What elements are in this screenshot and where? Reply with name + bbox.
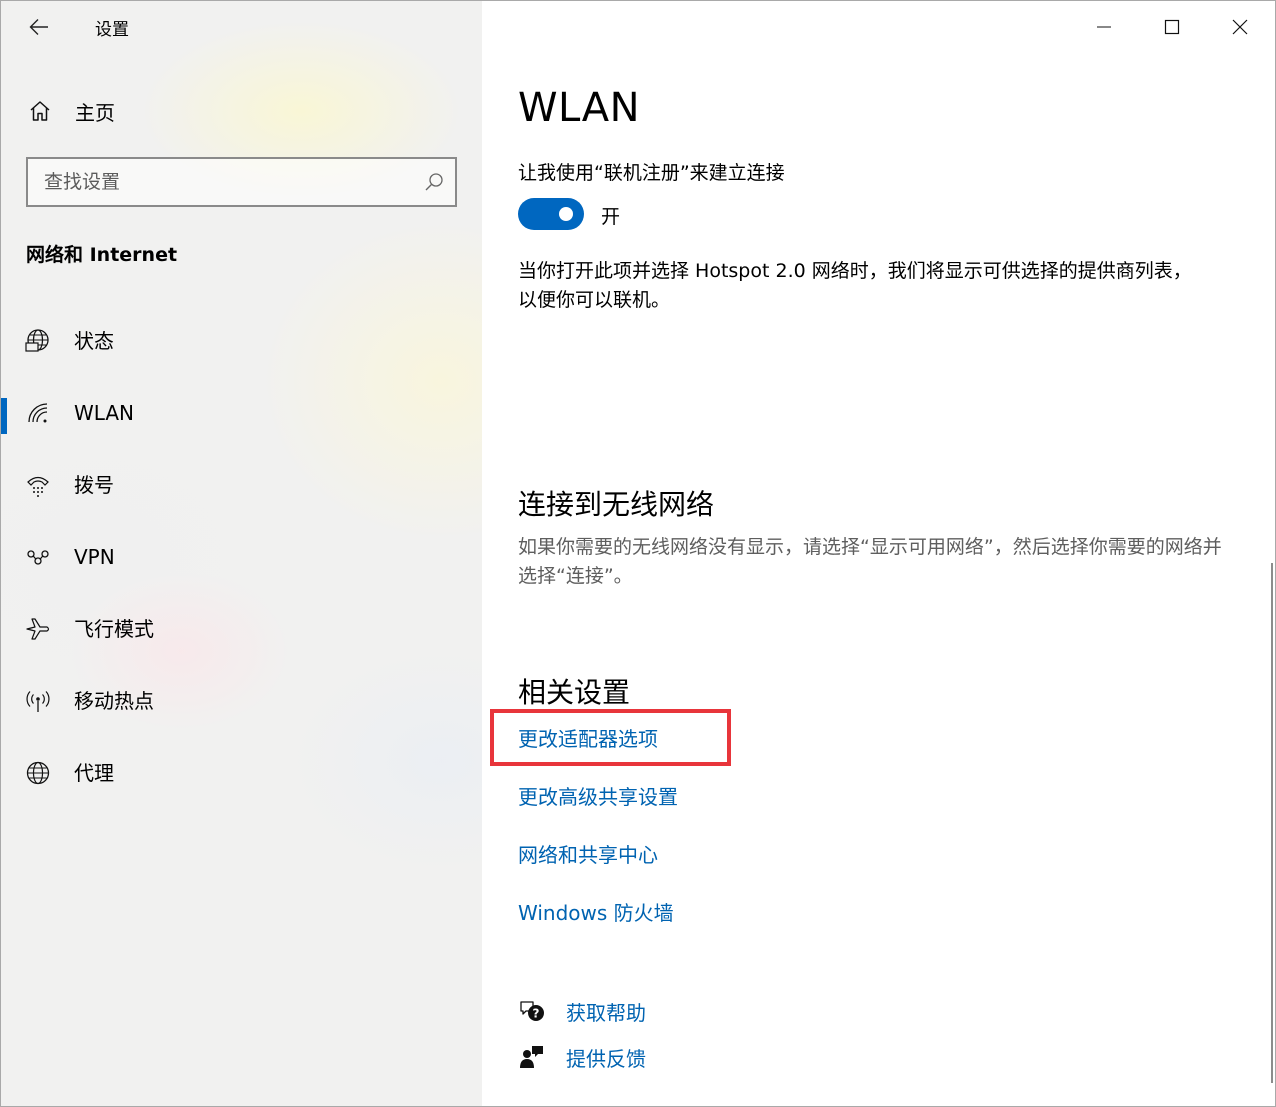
sidebar-item-label: VPN xyxy=(74,545,115,569)
search-input[interactable] xyxy=(28,159,408,205)
network-sharing-center-link[interactable]: 网络和共享中心 xyxy=(518,839,658,868)
globe-icon xyxy=(23,758,53,788)
back-arrow-icon xyxy=(29,19,48,35)
feedback-person-icon xyxy=(518,1043,546,1071)
sidebar-item-wlan[interactable]: WLAN xyxy=(1,377,482,449)
home-label: 主页 xyxy=(75,100,115,125)
advanced-sharing-settings-link[interactable]: 更改高级共享设置 xyxy=(518,781,678,810)
get-help-label: 获取帮助 xyxy=(566,1000,646,1025)
sidebar-item-label: 代理 xyxy=(74,761,114,785)
help-chat-icon: ? xyxy=(518,997,546,1025)
maximize-icon xyxy=(1164,19,1180,35)
minimize-icon xyxy=(1097,26,1111,28)
sidebar-item-airplane[interactable]: 飞行模式 xyxy=(1,593,482,665)
sidebar-item-label: 拨号 xyxy=(74,473,114,497)
toggle-knob xyxy=(559,207,573,221)
airplane-icon xyxy=(23,614,53,644)
sidebar-item-label: 飞行模式 xyxy=(74,617,154,641)
svg-text:?: ? xyxy=(533,1007,540,1021)
sidebar: 设置 主页 网络和 Internet xyxy=(1,1,482,1106)
sidebar-item-label: 状态 xyxy=(74,329,114,353)
section-title: 网络和 Internet xyxy=(26,244,178,266)
close-icon xyxy=(1232,19,1248,35)
settings-window: 设置 主页 网络和 Internet xyxy=(0,0,1276,1107)
dial-up-icon xyxy=(23,470,53,500)
connect-heading: 连接到无线网络 xyxy=(518,488,715,521)
page-title: WLAN xyxy=(518,85,641,131)
vpn-icon xyxy=(23,542,53,572)
sidebar-item-vpn[interactable]: VPN xyxy=(1,521,482,593)
sidebar-item-hotspot[interactable]: 移动热点 xyxy=(1,665,482,737)
change-adapter-options-link[interactable]: 更改适配器选项 xyxy=(518,723,658,752)
back-button[interactable] xyxy=(23,11,55,43)
selection-indicator xyxy=(1,398,7,434)
minimize-button[interactable] xyxy=(1070,1,1138,53)
sidebar-nav: 状态 WLAN 拨号 VPN 飞行模式 移动热点 代理 xyxy=(1,305,482,809)
online-signup-toggle[interactable] xyxy=(518,198,584,230)
connect-description: 如果你需要的无线网络没有显示，请选择“显示可用网络”，然后选择你需要的网络并选择… xyxy=(518,536,1222,587)
main-content: WLAN 让我使用“联机注册”来建立连接 开 当你打开此项并选择 Hotspot… xyxy=(482,1,1275,1106)
title-bar-left: 设置 xyxy=(1,1,482,53)
online-signup-label: 让我使用“联机注册”来建立连接 xyxy=(518,162,785,184)
scrollbar[interactable] xyxy=(1271,563,1273,1083)
hotspot-icon xyxy=(23,686,53,716)
feedback-label: 提供反馈 xyxy=(566,1046,646,1071)
get-help-row[interactable]: ? 获取帮助 xyxy=(518,994,646,1028)
home-icon xyxy=(23,94,57,128)
windows-firewall-link[interactable]: Windows 防火墙 xyxy=(518,897,674,926)
sidebar-item-proxy[interactable]: 代理 xyxy=(1,737,482,809)
maximize-button[interactable] xyxy=(1138,1,1206,53)
wifi-icon xyxy=(23,398,53,428)
online-signup-description: 当你打开此项并选择 Hotspot 2.0 网络时，我们将显示可供选择的提供商列… xyxy=(518,260,1192,311)
home-nav-item[interactable]: 主页 xyxy=(23,93,115,129)
sidebar-item-status[interactable]: 状态 xyxy=(1,305,482,377)
status-globe-icon xyxy=(23,326,53,356)
feedback-row[interactable]: 提供反馈 xyxy=(518,1040,646,1074)
related-settings-heading: 相关设置 xyxy=(518,676,631,709)
sidebar-item-dialup[interactable]: 拨号 xyxy=(1,449,482,521)
search-icon[interactable] xyxy=(423,171,445,193)
close-button[interactable] xyxy=(1206,1,1274,53)
sidebar-item-label: WLAN xyxy=(74,401,135,425)
sidebar-item-label: 移动热点 xyxy=(74,689,154,713)
toggle-state-label: 开 xyxy=(601,206,621,228)
search-box[interactable] xyxy=(26,157,457,207)
app-title: 设置 xyxy=(95,20,129,40)
